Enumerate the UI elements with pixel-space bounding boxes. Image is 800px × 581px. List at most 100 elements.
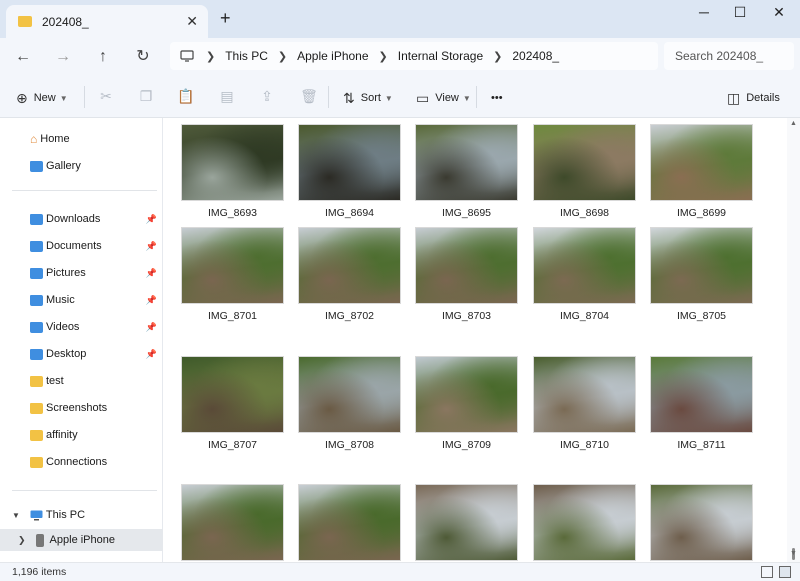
close-window-button[interactable]: ✕ — [764, 4, 794, 24]
minimize-button[interactable]: ─ — [689, 4, 719, 24]
breadcrumb-this-pc[interactable]: This PC — [225, 49, 268, 63]
desktop-folder-icon — [30, 348, 43, 360]
photo-thumbnail[interactable] — [298, 356, 401, 433]
sidebar-item-label: Pictures — [46, 267, 86, 279]
more-options-button[interactable]: ••• — [491, 88, 503, 108]
back-button[interactable]: ← — [12, 46, 34, 68]
sidebar-item-documents[interactable]: Documents 📌 — [0, 235, 163, 257]
search-input[interactable]: Search 202408_ — [664, 42, 794, 70]
photo-thumbnail[interactable] — [650, 227, 753, 304]
file-name: IMG_8693 — [207, 207, 258, 219]
sidebar-item-music[interactable]: Music 📌 — [0, 289, 163, 311]
photo-thumbnail[interactable] — [533, 356, 636, 433]
chevron-right-icon: ❯ — [277, 50, 288, 63]
chevron-down-icon: ▼ — [59, 93, 68, 103]
sidebar-item-downloads[interactable]: Downloads 📌 — [0, 208, 163, 230]
photo-thumbnail[interactable] — [298, 124, 401, 201]
view-label: View — [435, 92, 459, 104]
scroll-up-icon[interactable]: ▲ — [790, 120, 797, 127]
sidebar-item-connections[interactable]: Connections — [0, 451, 163, 473]
file-name: IMG_8707 — [207, 439, 258, 451]
sidebar-item-pictures[interactable]: Pictures 📌 — [0, 262, 163, 284]
cut-icon[interactable]: ✂ — [97, 88, 115, 106]
tab-current-folder[interactable]: 202408_ ✕ — [6, 5, 208, 38]
home-icon: ⌂ — [30, 132, 38, 146]
file-name: IMG_8695 — [441, 207, 492, 219]
delete-icon[interactable]: 🗑 — [300, 88, 318, 106]
address-bar[interactable]: ❯ This PC ❯ Apple iPhone ❯ Internal Stor… — [170, 42, 658, 70]
paste-icon[interactable]: 📋 — [177, 88, 195, 106]
forward-button[interactable]: → — [52, 46, 74, 68]
file-grid: IMG_8693 IMG_8694 IMG_8695 IMG_8698 IMG_8699… — [163, 118, 787, 562]
photo-thumbnail[interactable] — [533, 227, 636, 304]
view-button[interactable]: ▭ View ▼ — [416, 88, 471, 108]
photo-thumbnail[interactable] — [298, 227, 401, 304]
details-button[interactable]: ◫ Details — [727, 88, 780, 108]
photo-thumbnail[interactable] — [298, 484, 401, 561]
large-icons-view-icon[interactable] — [779, 566, 791, 578]
vertical-scrollbar[interactable]: ▲ ▼ — [787, 118, 800, 562]
refresh-button[interactable]: ↻ — [132, 46, 154, 68]
downloads-folder-icon — [30, 213, 43, 225]
close-tab-icon[interactable]: ✕ — [186, 13, 198, 30]
file-name: IMG_8705 — [676, 310, 727, 322]
monitor-icon — [180, 50, 194, 62]
documents-folder-icon — [30, 240, 43, 252]
new-label: New — [33, 92, 56, 104]
photo-thumbnail[interactable] — [415, 227, 518, 304]
pictures-folder-icon — [30, 267, 43, 279]
divider — [476, 86, 477, 108]
sort-button[interactable]: ⇅ Sort ▼ — [343, 88, 393, 108]
sort-label: Sort — [360, 92, 381, 104]
folder-icon — [30, 375, 43, 387]
photo-thumbnail[interactable] — [415, 484, 518, 561]
new-button[interactable]: ⊕ New ▼ — [16, 88, 68, 108]
sidebar-item-videos[interactable]: Videos 📌 — [0, 316, 163, 338]
sidebar-item-this-pc[interactable]: ▼ This PC — [0, 504, 163, 526]
sidebar-item-affinity[interactable]: affinity — [0, 424, 163, 446]
photo-thumbnail[interactable] — [650, 484, 753, 561]
photo-thumbnail[interactable] — [181, 484, 284, 561]
photo-thumbnail[interactable] — [533, 484, 636, 561]
photo-thumbnail[interactable] — [533, 124, 636, 201]
copy-icon[interactable]: ❐ — [137, 88, 155, 106]
breadcrumb-current-folder[interactable]: 202408_ — [512, 49, 559, 63]
file-name: IMG_8709 — [441, 439, 492, 451]
pin-icon: 📌 — [145, 294, 157, 305]
divider — [84, 86, 85, 108]
photo-thumbnail[interactable] — [181, 356, 284, 433]
sidebar-item-apple-iphone[interactable]: ❯ Apple iPhone — [0, 529, 163, 551]
pin-icon: 📌 — [145, 213, 157, 224]
details-view-icon[interactable] — [761, 566, 773, 578]
breadcrumb-internal-storage[interactable]: Internal Storage — [398, 49, 483, 63]
gallery-icon — [30, 160, 43, 172]
pin-icon: 📌 — [145, 348, 157, 359]
sidebar-item-label: Documents — [46, 240, 102, 252]
sidebar-item-test[interactable]: test — [0, 370, 163, 392]
photo-thumbnail[interactable] — [650, 124, 753, 201]
breadcrumb-apple-iphone[interactable]: Apple iPhone — [297, 49, 368, 63]
tab-title: 202408_ — [42, 14, 89, 29]
photo-thumbnail[interactable] — [650, 356, 753, 433]
rename-icon[interactable]: ▤ — [218, 88, 236, 106]
monitor-icon — [30, 510, 43, 520]
up-button[interactable]: ↑ — [92, 46, 114, 68]
file-name: IMG_8703 — [441, 310, 492, 322]
photo-thumbnail[interactable] — [415, 356, 518, 433]
maximize-button[interactable]: ☐ — [725, 4, 755, 24]
divider — [328, 86, 329, 108]
sidebar-item-screenshots[interactable]: Screenshots — [0, 397, 163, 419]
new-tab-button[interactable]: + — [220, 8, 231, 29]
videos-folder-icon — [30, 321, 43, 333]
photo-thumbnail[interactable] — [181, 124, 284, 201]
share-icon[interactable]: ⇪ — [258, 88, 276, 106]
divider — [12, 490, 157, 491]
photo-thumbnail[interactable] — [415, 124, 518, 201]
scroll-down-icon[interactable]: ▼ — [790, 550, 797, 557]
sort-icon: ⇅ — [343, 89, 355, 106]
sidebar-item-gallery[interactable]: Gallery — [0, 155, 163, 177]
photo-thumbnail[interactable] — [181, 227, 284, 304]
file-name: IMG_8702 — [324, 310, 375, 322]
sidebar-item-home[interactable]: ⌂ Home — [0, 128, 163, 150]
sidebar-item-desktop[interactable]: Desktop 📌 — [0, 343, 163, 365]
